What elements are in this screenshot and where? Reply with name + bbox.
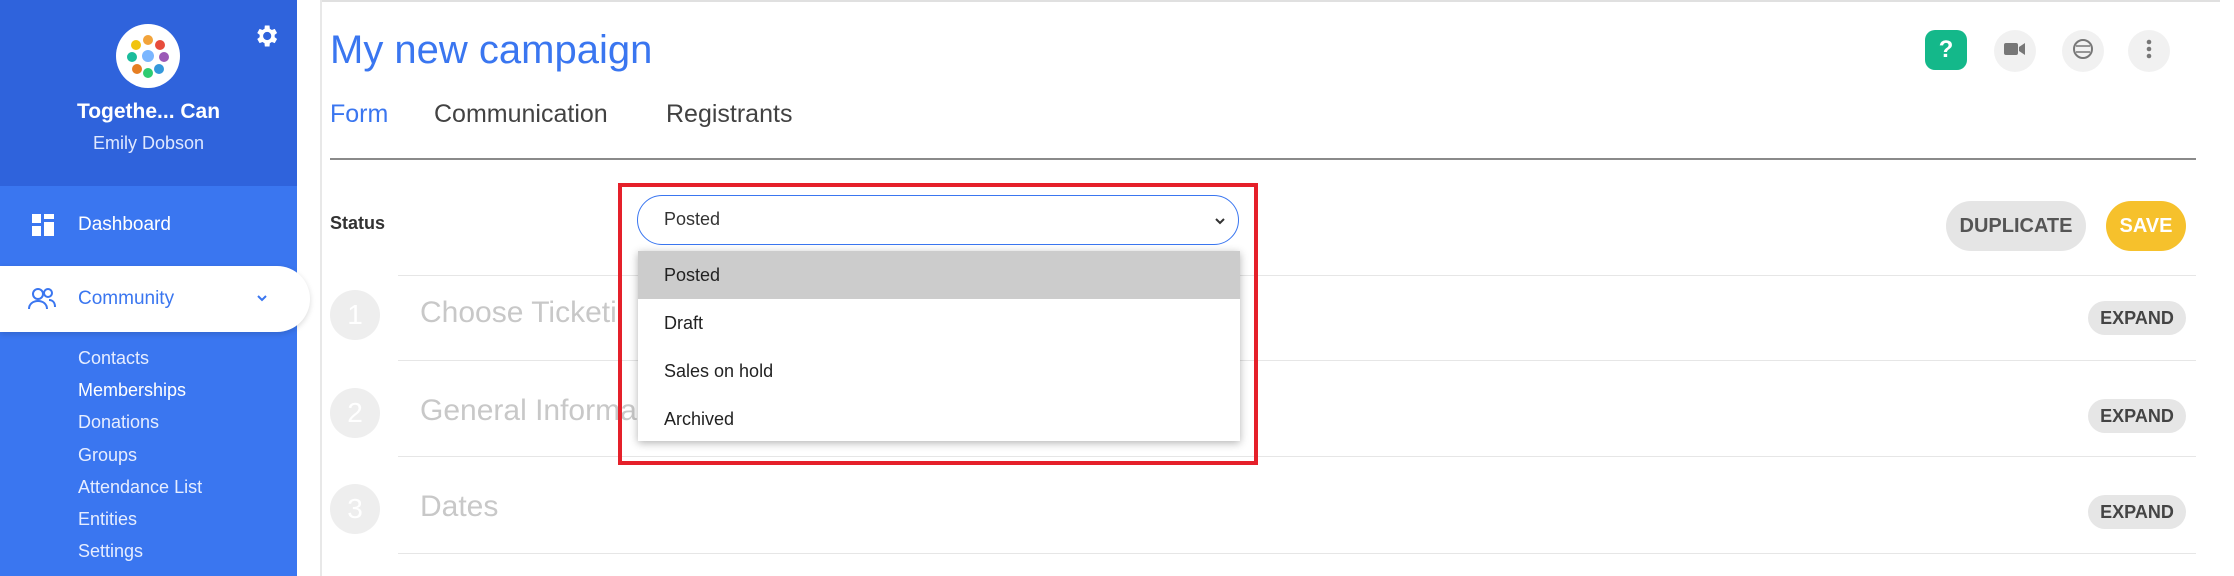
tab-form[interactable]: Form <box>330 100 388 129</box>
org-logo <box>116 24 180 88</box>
help-button[interactable]: ? <box>1925 30 1967 70</box>
page-title: My new campaign <box>330 28 653 72</box>
top-border <box>320 0 2220 2</box>
tab-registrants[interactable]: Registrants <box>666 100 792 129</box>
step-divider <box>398 553 2196 554</box>
step-number: 2 <box>330 388 380 438</box>
gear-icon[interactable] <box>252 22 280 50</box>
sidebar-item-groups[interactable]: Groups <box>78 445 137 466</box>
step-title[interactable]: Choose Ticketi <box>420 296 617 330</box>
step-title[interactable]: Dates <box>420 490 498 524</box>
chevron-down-icon[interactable] <box>254 290 270 306</box>
expand-button[interactable]: EXPAND <box>2088 399 2186 433</box>
dashboard-icon <box>32 214 54 236</box>
sidebar-item-attendance-list[interactable]: Attendance List <box>78 477 202 498</box>
sidebar-item-contacts[interactable]: Contacts <box>78 348 149 369</box>
nav-dashboard-label: Dashboard <box>78 214 171 235</box>
tabs-divider <box>330 158 2196 160</box>
sidebar-item-donations[interactable]: Donations <box>78 412 159 433</box>
sidebar-item-settings[interactable]: Settings <box>78 541 143 562</box>
video-button[interactable] <box>1994 30 2036 72</box>
step-number: 1 <box>330 290 380 340</box>
sidebar-item-memberships[interactable]: Memberships <box>78 380 186 401</box>
expand-button[interactable]: EXPAND <box>2088 301 2186 335</box>
duplicate-button[interactable]: DUPLICATE <box>1946 201 2086 251</box>
highlight-box <box>618 183 1258 465</box>
tab-communication[interactable]: Communication <box>434 100 608 129</box>
more-vert-icon <box>2146 39 2152 64</box>
globe-icon <box>2072 38 2094 65</box>
sidebar-header: Togethe... Can Emily Dobson <box>0 0 297 186</box>
step-title[interactable]: General Informa <box>420 394 637 428</box>
community-icon <box>28 287 56 311</box>
user-name: Emily Dobson <box>92 133 205 153</box>
expand-button[interactable]: EXPAND <box>2088 495 2186 529</box>
save-button[interactable]: SAVE <box>2106 201 2186 251</box>
more-button[interactable] <box>2128 30 2170 72</box>
step-number: 3 <box>330 484 380 534</box>
nav-community[interactable]: Community <box>0 266 310 332</box>
globe-button[interactable] <box>2062 30 2104 72</box>
nav-community-label: Community <box>78 288 175 309</box>
help-icon: ? <box>1938 36 1954 63</box>
main-divider <box>320 0 322 576</box>
sidebar: Togethe... Can Emily Dobson Dashboard Co… <box>0 0 310 576</box>
org-name: Togethe... Can <box>76 100 221 123</box>
status-label: Status <box>330 213 386 233</box>
sidebar-item-entities[interactable]: Entities <box>78 509 137 530</box>
video-icon <box>2004 41 2026 62</box>
nav-dashboard[interactable]: Dashboard <box>0 186 297 266</box>
